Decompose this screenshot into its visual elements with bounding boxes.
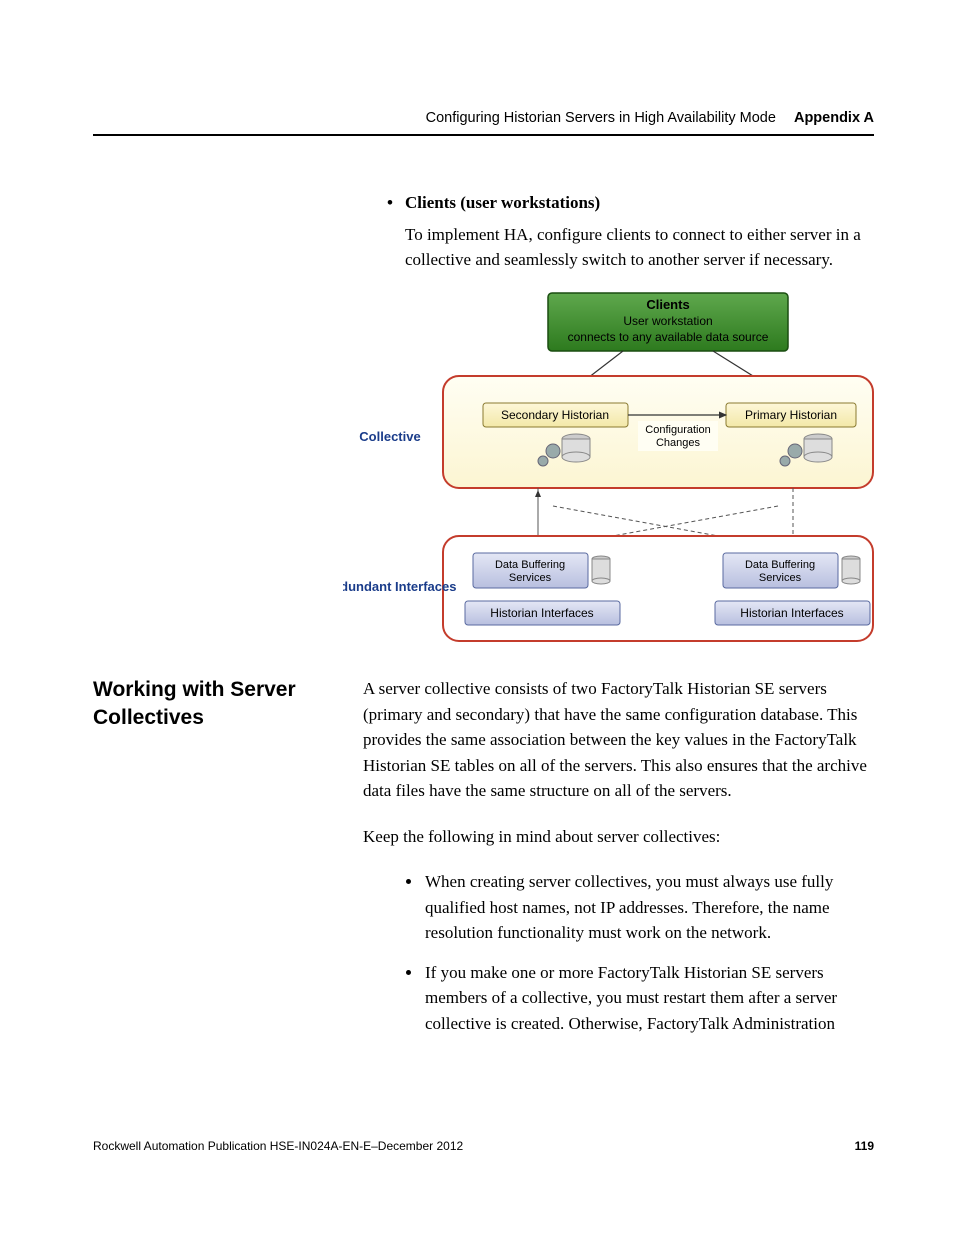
section-bullets: When creating server collectives, you mu… [363,869,874,1036]
diagram-data-buffering-left-1: Data Buffering [495,559,565,571]
diagram-data-buffering-left-2: Services [509,572,552,584]
diagram-collective-label: Collective [359,429,420,444]
list-item: If you make one or more FactoryTalk Hist… [423,960,874,1037]
clients-bullet-title: Clients (user workstations) [405,190,883,216]
diagram-config-changes-2: Changes [656,437,701,449]
page-header: Configuring Historian Servers in High Av… [93,110,874,136]
footer-publication: Rockwell Automation Publication HSE-IN02… [93,1139,463,1153]
list-item: When creating server collectives, you mu… [423,869,874,946]
diagram-historian-interfaces-left: Historian Interfaces [490,606,593,620]
diagram-primary-historian: Primary Historian [745,408,837,422]
header-title: Configuring Historian Servers in High Av… [426,110,776,126]
diagram-clients-line1: User workstation [623,314,712,328]
diagram-clients-title: Clients [646,297,689,312]
section-para1: A server collective consists of two Fact… [363,676,874,804]
diagram-historian-interfaces-right: Historian Interfaces [740,606,843,620]
section-para2: Keep the following in mind about server … [363,824,874,850]
architecture-diagram: Clients User workstation connects to any… [343,291,883,659]
diagram-config-changes-1: Configuration [645,424,710,436]
diagram-data-buffering-right-2: Services [759,572,802,584]
header-appendix: Appendix A [794,110,874,126]
page-footer: Rockwell Automation Publication HSE-IN02… [93,1139,874,1153]
diagram-clients-line2: connects to any available data source [568,330,769,344]
diagram-data-buffering-right-1: Data Buffering [745,559,815,571]
diagram-secondary-historian: Secondary Historian [501,408,609,422]
section-heading: Working with Server Collectives [93,678,296,729]
clients-bullet-body: To implement HA, configure clients to co… [405,222,883,273]
footer-page-number: 119 [855,1139,874,1153]
diagram-redundant-label: Redundant Interfaces [343,579,456,594]
